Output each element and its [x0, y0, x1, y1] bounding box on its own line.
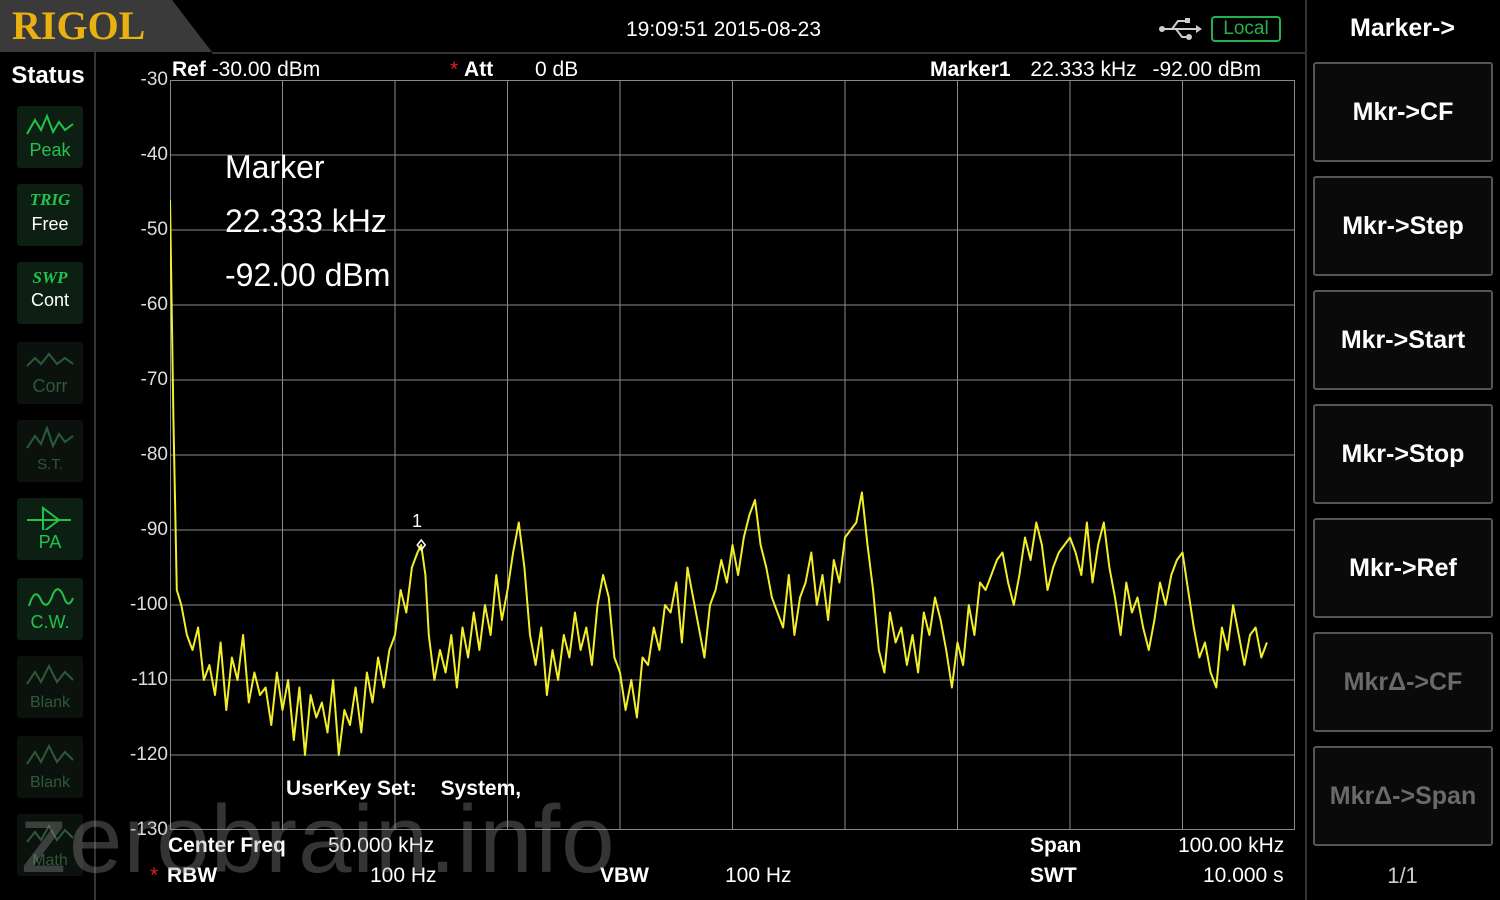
datetime-display: 19:09:51 2015-08-23	[626, 18, 821, 41]
reference-level: Ref -30.00 dBm	[172, 58, 320, 82]
status-swp[interactable]: SWP Cont	[17, 262, 83, 324]
top-divider	[212, 52, 1305, 54]
status-label: Peak	[29, 140, 71, 160]
status-label: C.W.	[30, 612, 70, 632]
mkr-to-start-button[interactable]: Mkr->Start	[1313, 290, 1493, 390]
y-tick-label: -60	[140, 294, 168, 315]
span-label: Span	[1030, 834, 1082, 857]
blank-icon	[26, 743, 74, 765]
y-tick-label: -50	[140, 219, 168, 240]
ref-value: -30.00 dBm	[211, 58, 321, 81]
status-label: PA	[38, 532, 62, 552]
marker-box-title: Marker	[225, 149, 325, 185]
menu-title: Marker->	[1350, 14, 1455, 42]
marker-box-freq: 22.333 kHz	[225, 203, 387, 239]
brand-logo: RIGOL	[12, 3, 146, 48]
y-tick-label: -40	[140, 144, 168, 165]
attenuation: * Att 0 dB	[450, 58, 578, 82]
att-label: Att	[464, 58, 494, 81]
st-icon	[26, 426, 74, 449]
swt-value[interactable]: 10.000 s	[1203, 864, 1284, 888]
mkr-to-cf-button[interactable]: Mkr->CF	[1313, 62, 1493, 162]
marker-info-box: Marker 22.333 kHz -92.00 dBm	[225, 140, 390, 302]
mkr-delta-to-cf-button[interactable]: MkrΔ->CF	[1313, 632, 1493, 732]
mkr-to-step-button[interactable]: Mkr->Step	[1313, 176, 1493, 276]
status-label: Free	[31, 214, 69, 234]
status-label: Corr	[32, 376, 68, 396]
menu-page-indicator: 1/1	[1387, 863, 1418, 888]
swt-label: SWT	[1030, 864, 1077, 887]
y-tick-label: -100	[129, 594, 168, 615]
span-value[interactable]: 100.00 kHz	[1178, 834, 1284, 858]
blank-icon	[26, 663, 74, 685]
marker-label: Marker1	[930, 58, 1011, 81]
status-pa[interactable]: PA	[17, 498, 83, 560]
status-st[interactable]: S.T.	[17, 420, 83, 482]
marker-box-amp: -92.00 dBm	[225, 257, 391, 293]
corr-icon	[26, 352, 74, 367]
marker-amp: -92.00 dBm	[1152, 58, 1262, 81]
status-cw[interactable]: C.W.	[17, 578, 83, 640]
marker-readout: Marker1 22.333 kHz -92.00 dBm	[930, 58, 1261, 82]
cw-icon	[28, 588, 74, 607]
status-blank-1[interactable]: Blank	[17, 656, 83, 718]
mkr-to-stop-button[interactable]: Mkr->Stop	[1313, 404, 1493, 504]
mkr-delta-to-span-button[interactable]: MkrΔ->Span	[1313, 746, 1493, 846]
local-mode-badge[interactable]: Local	[1211, 16, 1281, 42]
y-tick-label: -30	[140, 69, 168, 90]
vbw-value[interactable]: 100 Hz	[725, 864, 792, 888]
peak-icon	[26, 113, 74, 135]
marker-freq: 22.333 kHz	[1030, 58, 1137, 81]
status-label: Cont	[30, 290, 70, 310]
usb-icon	[1159, 18, 1202, 40]
status-title: Status	[11, 62, 85, 89]
watermark: zerobrain.info	[20, 786, 616, 893]
status-top-label: SWP	[32, 268, 68, 287]
y-tick-label: -120	[129, 744, 168, 765]
y-tick-label: -90	[140, 519, 168, 540]
status-corr[interactable]: Corr	[17, 342, 83, 404]
status-label: Blank	[29, 694, 71, 711]
att-value: 0 dB	[535, 58, 579, 81]
status-trig[interactable]: TRIG Free	[17, 184, 83, 246]
pa-icon	[27, 506, 71, 530]
ref-label: Ref	[172, 58, 206, 81]
status-top-label: TRIG	[29, 190, 71, 209]
y-tick-label: -110	[131, 669, 168, 690]
marker-number: 1	[412, 511, 423, 531]
status-label: S.T.	[37, 456, 63, 473]
status-peak[interactable]: Peak	[17, 106, 83, 168]
mkr-to-ref-button[interactable]: Mkr->Ref	[1313, 518, 1493, 618]
y-tick-label: -80	[140, 444, 168, 465]
y-tick-label: -70	[140, 369, 168, 390]
att-asterisk: *	[450, 58, 459, 81]
